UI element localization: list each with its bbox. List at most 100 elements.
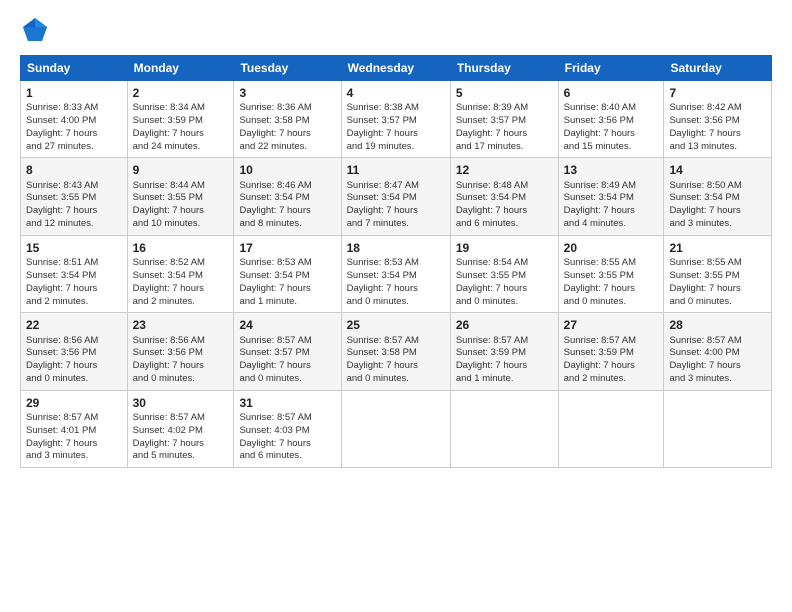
calendar-cell: 25 Sunrise: 8:57 AM Sunset: 3:58 PM Dayli… — [341, 313, 450, 390]
day-info: Sunrise: 8:33 AM Sunset: 4:00 PM Dayligh… — [26, 102, 122, 153]
day-info: Sunrise: 8:57 AM Sunset: 4:02 PM Dayligh… — [133, 412, 229, 463]
calendar-cell: 20Sunrise: 8:55 AM Sunset: 3:55 PM Dayli… — [558, 235, 664, 312]
col-header-sunday: Sunday — [21, 56, 128, 81]
day-number: 27 — [564, 317, 659, 333]
day-info: Sunrise: 8:46 AM Sunset: 3:54 PM Dayligh… — [239, 180, 335, 231]
day-number: 12 — [456, 162, 553, 178]
day-info: Sunrise: 8:47 AM Sunset: 3:54 PM Dayligh… — [347, 180, 445, 231]
calendar-header-row: SundayMondayTuesdayWednesdayThursdayFrid… — [21, 56, 772, 81]
calendar-cell: 6Sunrise: 8:40 AM Sunset: 3:56 PM Daylig… — [558, 81, 664, 158]
day-info: Sunrise: 8:57 AM Sunset: 4:01 PM Dayligh… — [26, 412, 122, 463]
day-info: Sunrise: 8:39 AM Sunset: 3:57 PM Dayligh… — [456, 102, 553, 153]
day-number: 19 — [456, 240, 553, 256]
day-number: 21 — [669, 240, 766, 256]
day-info: Sunrise: 8:44 AM Sunset: 3:55 PM Dayligh… — [133, 180, 229, 231]
day-number: 11 — [347, 162, 445, 178]
day-info: Sunrise: 8:38 AM Sunset: 3:57 PM Dayligh… — [347, 102, 445, 153]
calendar-cell: 22 Sunrise: 8:56 AM Sunset: 3:56 PM Dayli… — [21, 313, 128, 390]
day-number: 22 — [26, 317, 122, 333]
calendar-cell — [450, 390, 558, 467]
day-number: 3 — [239, 85, 335, 101]
day-info: Sunrise: 8:57 AM Sunset: 3:59 PM Dayligh… — [456, 335, 553, 386]
calendar-cell: 29Sunrise: 8:57 AM Sunset: 4:01 PM Dayli… — [21, 390, 128, 467]
calendar-cell: 5Sunrise: 8:39 AM Sunset: 3:57 PM Daylig… — [450, 81, 558, 158]
day-info: Sunrise: 8:43 AM Sunset: 3:55 PM Dayligh… — [26, 180, 122, 231]
calendar-week-row: 15Sunrise: 8:51 AM Sunset: 3:54 PM Dayli… — [21, 235, 772, 312]
calendar-cell: 30Sunrise: 8:57 AM Sunset: 4:02 PM Dayli… — [127, 390, 234, 467]
calendar-cell: 11 Sunrise: 8:47 AM Sunset: 3:54 PM Dayli… — [341, 158, 450, 235]
calendar-cell: 23 Sunrise: 8:56 AM Sunset: 3:56 PM Dayli… — [127, 313, 234, 390]
day-number: 9 — [133, 162, 229, 178]
day-number: 8 — [26, 162, 122, 178]
day-number: 24 — [239, 317, 335, 333]
calendar-cell: 21Sunrise: 8:55 AM Sunset: 3:55 PM Dayli… — [664, 235, 772, 312]
day-info: Sunrise: 8:48 AM Sunset: 3:54 PM Dayligh… — [456, 180, 553, 231]
day-info: Sunrise: 8:55 AM Sunset: 3:55 PM Dayligh… — [669, 257, 766, 308]
calendar-week-row: 1Sunrise: 8:33 AM Sunset: 4:00 PM Daylig… — [21, 81, 772, 158]
day-number: 15 — [26, 240, 122, 256]
day-number: 10 — [239, 162, 335, 178]
calendar-cell: 27Sunrise: 8:57 AM Sunset: 3:59 PM Dayli… — [558, 313, 664, 390]
day-number: 25 — [347, 317, 445, 333]
day-info: Sunrise: 8:40 AM Sunset: 3:56 PM Dayligh… — [564, 102, 659, 153]
calendar-cell: 18Sunrise: 8:53 AM Sunset: 3:54 PM Dayli… — [341, 235, 450, 312]
calendar-cell: 2Sunrise: 8:34 AM Sunset: 3:59 PM Daylig… — [127, 81, 234, 158]
calendar-cell: 13 Sunrise: 8:49 AM Sunset: 3:54 PM Dayli… — [558, 158, 664, 235]
calendar-cell: 1Sunrise: 8:33 AM Sunset: 4:00 PM Daylig… — [21, 81, 128, 158]
day-info: Sunrise: 8:55 AM Sunset: 3:55 PM Dayligh… — [564, 257, 659, 308]
calendar-cell: 15Sunrise: 8:51 AM Sunset: 3:54 PM Dayli… — [21, 235, 128, 312]
day-number: 29 — [26, 395, 122, 411]
calendar-table: SundayMondayTuesdayWednesdayThursdayFrid… — [20, 55, 772, 468]
day-info: Sunrise: 8:53 AM Sunset: 3:54 PM Dayligh… — [347, 257, 445, 308]
day-info: Sunrise: 8:57 AM Sunset: 3:58 PM Dayligh… — [347, 335, 445, 386]
day-number: 23 — [133, 317, 229, 333]
day-info: Sunrise: 8:52 AM Sunset: 3:54 PM Dayligh… — [133, 257, 229, 308]
calendar-cell: 10 Sunrise: 8:46 AM Sunset: 3:54 PM Dayli… — [234, 158, 341, 235]
calendar-cell: 9 Sunrise: 8:44 AM Sunset: 3:55 PM Daylig… — [127, 158, 234, 235]
day-number: 17 — [239, 240, 335, 256]
calendar-cell: 26 Sunrise: 8:57 AM Sunset: 3:59 PM Dayli… — [450, 313, 558, 390]
day-info: Sunrise: 8:56 AM Sunset: 3:56 PM Dayligh… — [26, 335, 122, 386]
logo-icon — [20, 15, 50, 45]
header — [20, 15, 772, 45]
day-number: 18 — [347, 240, 445, 256]
day-info: Sunrise: 8:34 AM Sunset: 3:59 PM Dayligh… — [133, 102, 229, 153]
calendar-cell — [341, 390, 450, 467]
calendar-cell: 31Sunrise: 8:57 AM Sunset: 4:03 PM Dayli… — [234, 390, 341, 467]
col-header-saturday: Saturday — [664, 56, 772, 81]
day-info: Sunrise: 8:54 AM Sunset: 3:55 PM Dayligh… — [456, 257, 553, 308]
day-info: Sunrise: 8:36 AM Sunset: 3:58 PM Dayligh… — [239, 102, 335, 153]
calendar-cell: 24Sunrise: 8:57 AM Sunset: 3:57 PM Dayli… — [234, 313, 341, 390]
day-info: Sunrise: 8:50 AM Sunset: 3:54 PM Dayligh… — [669, 180, 766, 231]
calendar-week-row: 29Sunrise: 8:57 AM Sunset: 4:01 PM Dayli… — [21, 390, 772, 467]
day-number: 5 — [456, 85, 553, 101]
day-number: 4 — [347, 85, 445, 101]
calendar-cell: 7Sunrise: 8:42 AM Sunset: 3:56 PM Daylig… — [664, 81, 772, 158]
day-number: 20 — [564, 240, 659, 256]
calendar-cell: 8 Sunrise: 8:43 AM Sunset: 3:55 PM Daylig… — [21, 158, 128, 235]
day-number: 30 — [133, 395, 229, 411]
day-number: 7 — [669, 85, 766, 101]
day-number: 1 — [26, 85, 122, 101]
col-header-tuesday: Tuesday — [234, 56, 341, 81]
day-info: Sunrise: 8:56 AM Sunset: 3:56 PM Dayligh… — [133, 335, 229, 386]
day-info: Sunrise: 8:42 AM Sunset: 3:56 PM Dayligh… — [669, 102, 766, 153]
day-number: 14 — [669, 162, 766, 178]
calendar-cell: 17Sunrise: 8:53 AM Sunset: 3:54 PM Dayli… — [234, 235, 341, 312]
calendar-cell — [664, 390, 772, 467]
day-info: Sunrise: 8:57 AM Sunset: 4:00 PM Dayligh… — [669, 335, 766, 386]
day-info: Sunrise: 8:49 AM Sunset: 3:54 PM Dayligh… — [564, 180, 659, 231]
day-number: 13 — [564, 162, 659, 178]
day-number: 26 — [456, 317, 553, 333]
calendar-cell — [558, 390, 664, 467]
page: SundayMondayTuesdayWednesdayThursdayFrid… — [0, 0, 792, 612]
day-number: 6 — [564, 85, 659, 101]
col-header-friday: Friday — [558, 56, 664, 81]
calendar-cell: 19Sunrise: 8:54 AM Sunset: 3:55 PM Dayli… — [450, 235, 558, 312]
col-header-thursday: Thursday — [450, 56, 558, 81]
day-number: 28 — [669, 317, 766, 333]
day-info: Sunrise: 8:57 AM Sunset: 4:03 PM Dayligh… — [239, 412, 335, 463]
calendar-cell: 28 Sunrise: 8:57 AM Sunset: 4:00 PM Dayli… — [664, 313, 772, 390]
day-info: Sunrise: 8:51 AM Sunset: 3:54 PM Dayligh… — [26, 257, 122, 308]
calendar-week-row: 22 Sunrise: 8:56 AM Sunset: 3:56 PM Dayli… — [21, 313, 772, 390]
